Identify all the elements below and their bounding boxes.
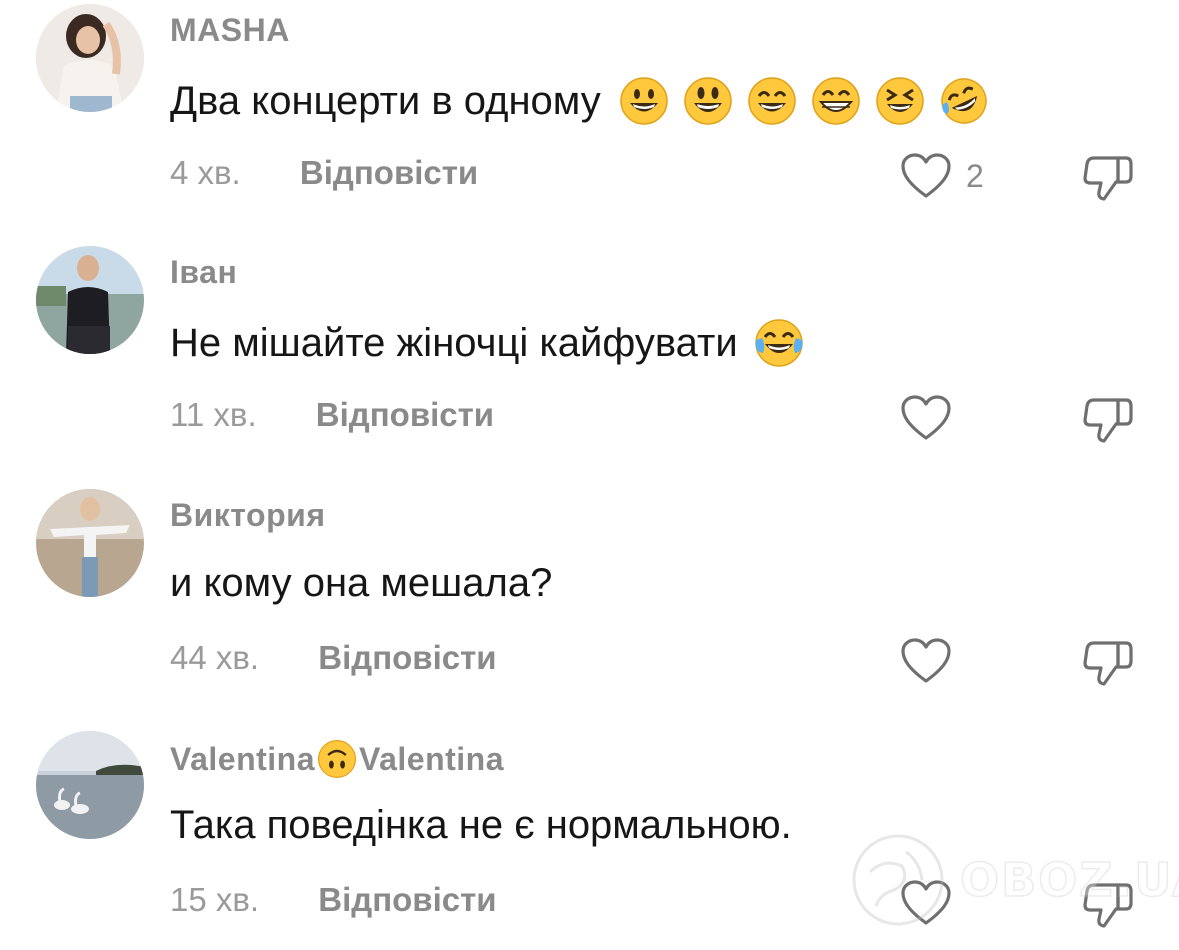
- dislike-button[interactable]: [1082, 637, 1134, 692]
- avatar[interactable]: [36, 246, 144, 354]
- username-part: Valentina: [170, 740, 315, 777]
- like-count: 2: [966, 157, 984, 194]
- upside-down-face-icon: [318, 740, 356, 778]
- comment-username[interactable]: Іван: [170, 254, 237, 291]
- comment-meta: 4 хв. Відповісти: [170, 154, 478, 192]
- grin-face-icon: [812, 77, 860, 125]
- comment-text: Не мішайте жіночці кайфувати: [170, 318, 804, 368]
- heart-icon: [901, 153, 951, 198]
- comment-username[interactable]: Виктория: [170, 497, 325, 534]
- comment-time: 15 хв.: [170, 881, 260, 918]
- dislike-button[interactable]: [1082, 152, 1134, 207]
- comment-meta: 44 хв. Відповісти: [170, 639, 497, 677]
- heart-icon: [901, 638, 951, 683]
- avatar[interactable]: [36, 4, 144, 112]
- comment-text-content: Не мішайте жіночці кайфувати: [170, 320, 738, 365]
- like-button[interactable]: [900, 394, 952, 442]
- comment-time: 44 хв.: [170, 639, 260, 676]
- comment-username[interactable]: Valentina Valentina: [170, 739, 504, 779]
- rofl-face-icon: [941, 78, 987, 124]
- comment-text: Два концерти в одному: [170, 76, 989, 126]
- comment-time: 11 хв.: [170, 396, 257, 433]
- thumbs-down-icon: [1083, 398, 1133, 443]
- laughing-face-icon: [876, 77, 924, 125]
- comment-text-content: Така поведінка не є нормальною.: [170, 803, 792, 847]
- comment-meta: 15 хв. Відповісти: [170, 881, 497, 919]
- comment-text: Така поведінка не є нормальною.: [170, 803, 792, 848]
- like-button[interactable]: [900, 637, 952, 685]
- username-part: Valentina: [359, 740, 504, 777]
- avatar[interactable]: [36, 731, 144, 839]
- comment-time: 4 хв.: [170, 154, 241, 191]
- watermark: OBOZ.UA: [850, 832, 1179, 928]
- comment-text-content: Два концерти в одному: [170, 78, 601, 123]
- comment-meta: 11 хв. Відповісти: [170, 396, 494, 434]
- like-button[interactable]: 2: [900, 152, 984, 200]
- watermark-text: OBOZ.UA: [959, 852, 1179, 908]
- reply-button[interactable]: Відповісти: [318, 639, 496, 676]
- joy-face-icon: [754, 319, 803, 367]
- avatar[interactable]: [36, 489, 144, 597]
- thumbs-down-icon: [1083, 641, 1133, 686]
- grinning-face-icon: [620, 77, 668, 125]
- heart-icon: [901, 395, 951, 440]
- reply-button[interactable]: Відповісти: [318, 881, 496, 918]
- globe-logo-icon: [852, 834, 944, 926]
- comment-text-content: и кому она мешала?: [170, 561, 553, 605]
- smiley-face-icon: [684, 77, 732, 125]
- thumbs-down-icon: [1083, 156, 1133, 201]
- reply-button[interactable]: Відповісти: [300, 154, 478, 191]
- smile-face-icon: [748, 77, 796, 125]
- comment-username[interactable]: MASHA: [170, 12, 290, 49]
- comment-text: и кому она мешала?: [170, 561, 552, 606]
- reply-button[interactable]: Відповісти: [316, 396, 494, 433]
- dislike-button[interactable]: [1082, 394, 1134, 449]
